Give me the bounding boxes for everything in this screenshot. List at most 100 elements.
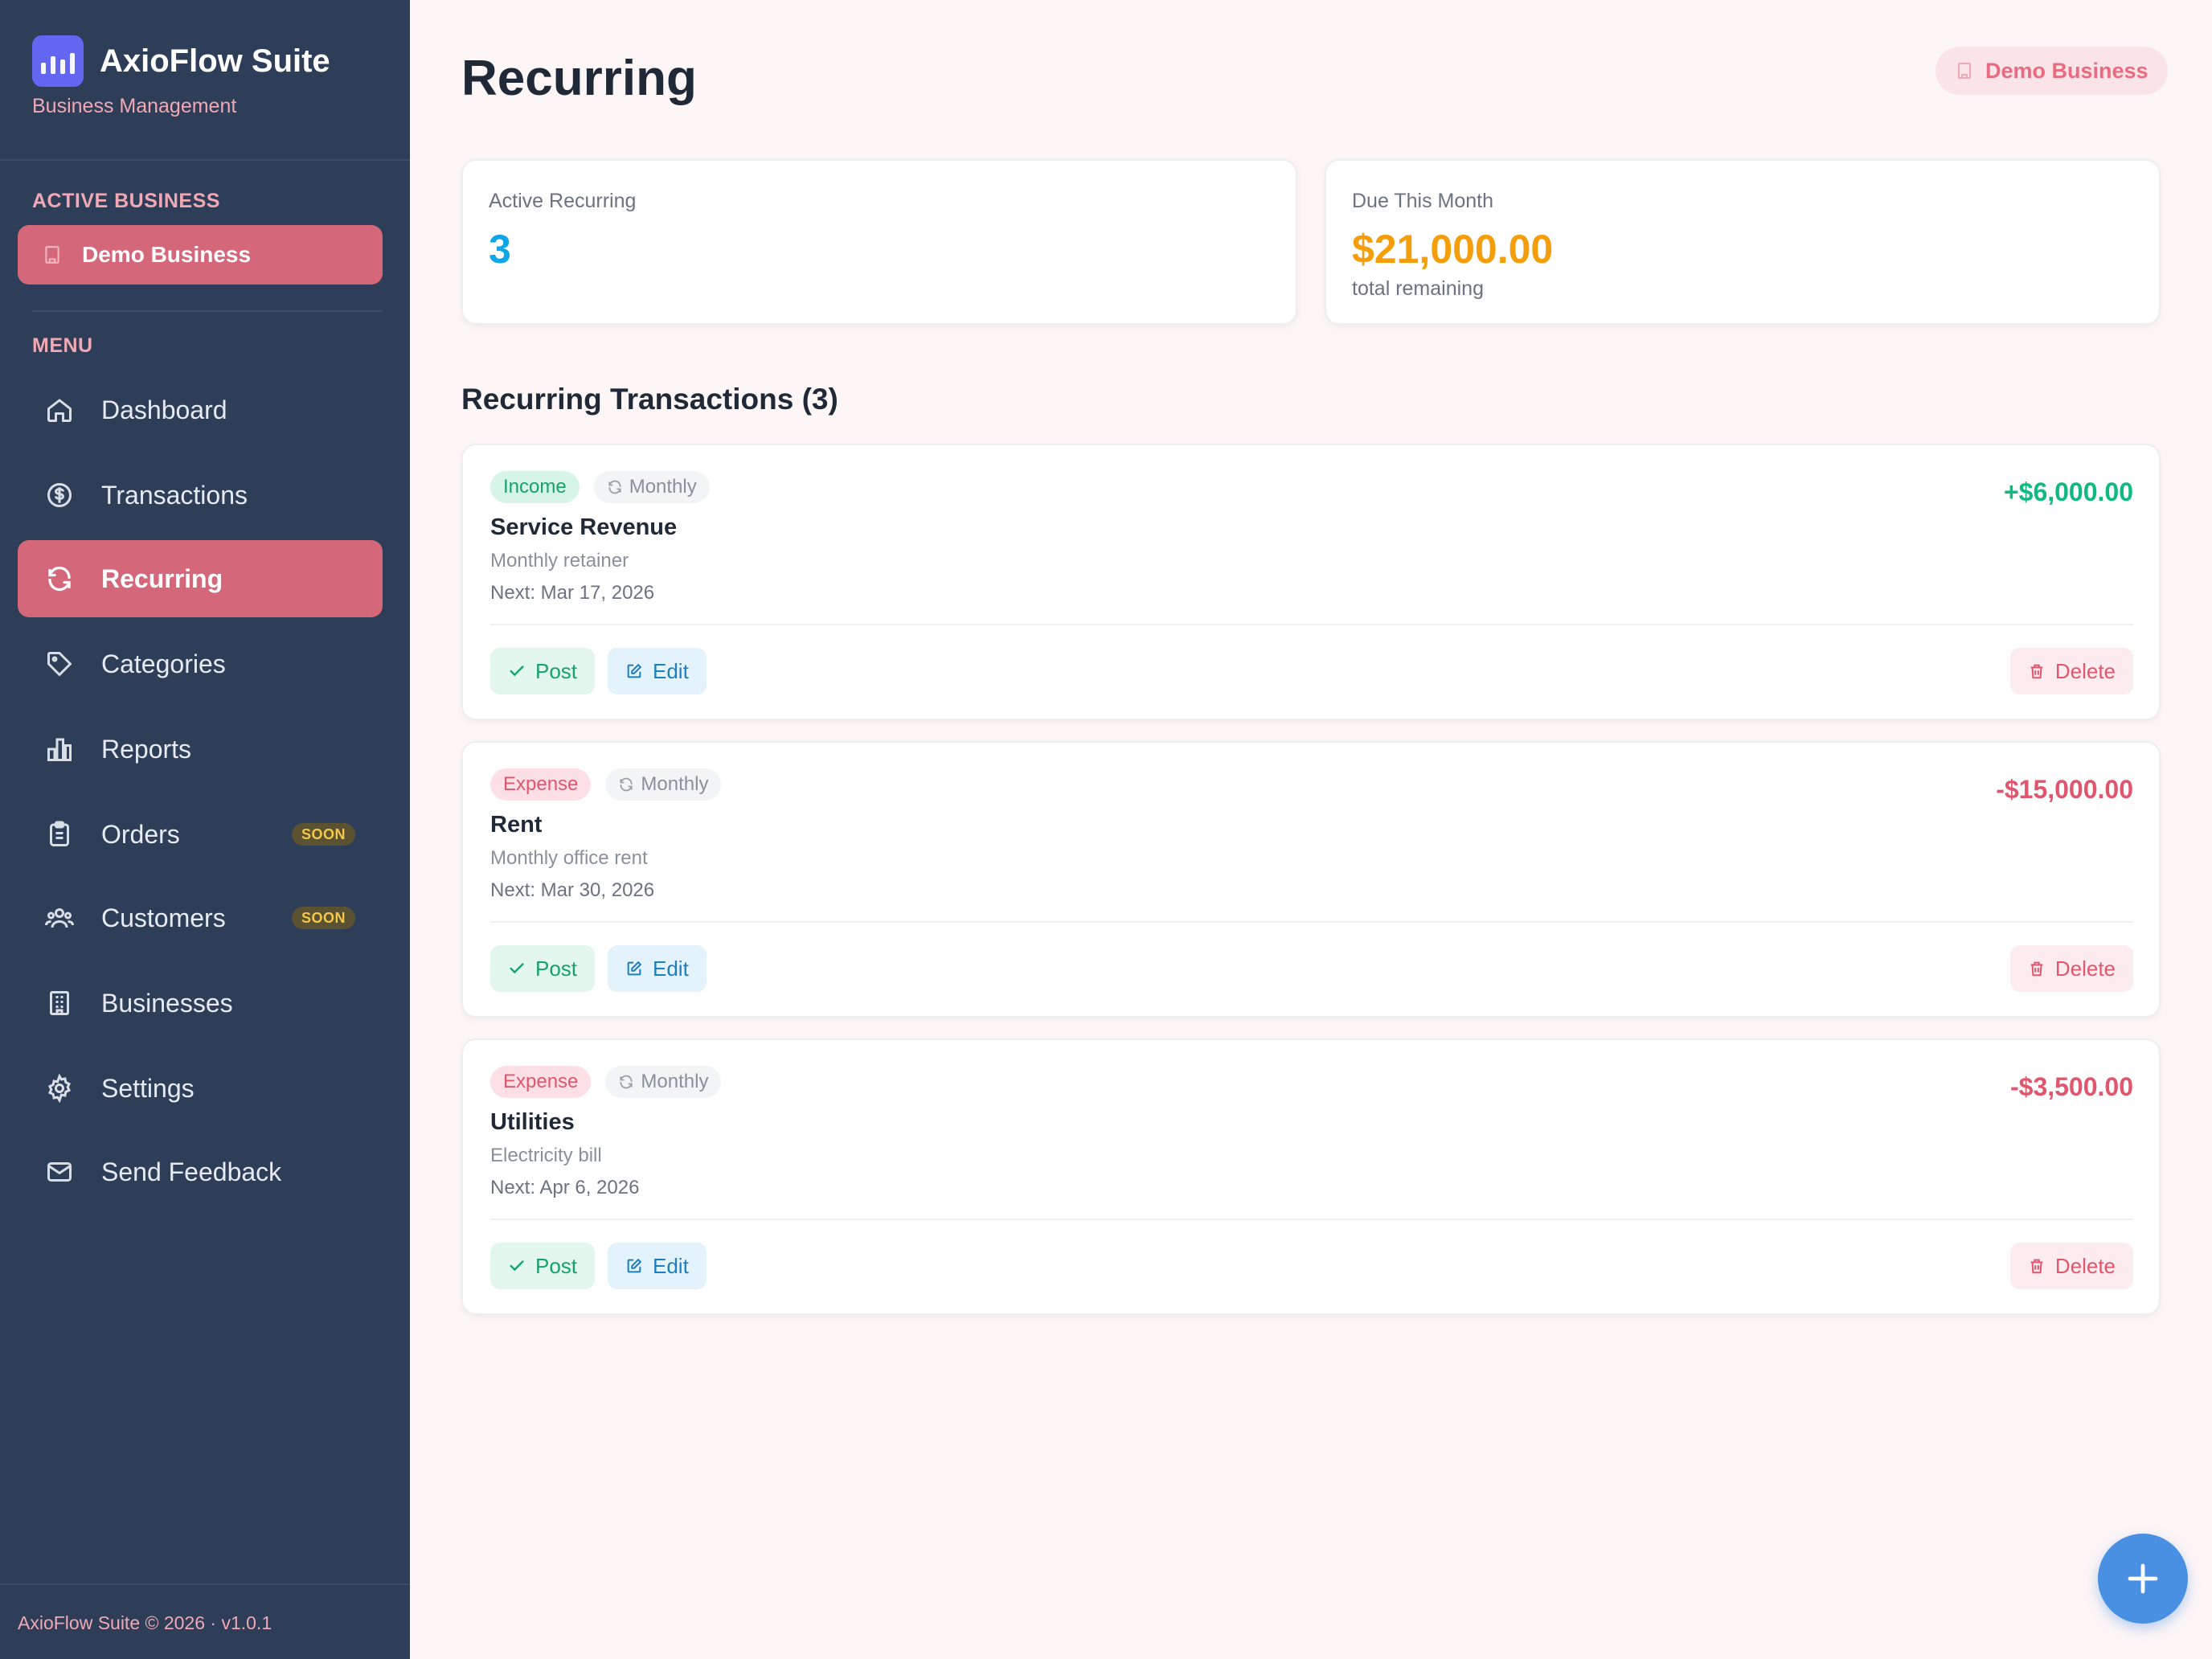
divider xyxy=(490,1219,2133,1220)
brand-name: AxioFlow Suite xyxy=(100,43,330,79)
check-icon xyxy=(508,662,526,680)
sidebar-item-recurring[interactable]: Recurring xyxy=(18,540,383,617)
sidebar-item-businesses[interactable]: Businesses xyxy=(18,965,383,1042)
stat-card-active-recurring: Active Recurring 3 xyxy=(461,159,1297,325)
recurring-description: Electricity bill xyxy=(490,1145,602,1166)
clipboard-icon xyxy=(45,820,74,849)
sidebar-item-label: Businesses xyxy=(101,988,233,1018)
divider xyxy=(32,310,383,312)
divider xyxy=(0,1583,410,1585)
type-badge: Expense xyxy=(490,768,592,801)
frequency-label: Monthly xyxy=(641,1071,709,1092)
stat-value: 3 xyxy=(489,227,511,272)
building-icon xyxy=(1955,60,1974,81)
delete-button[interactable]: Delete xyxy=(2009,1243,2133,1289)
recurring-name: Rent xyxy=(490,812,543,838)
frequency-badge: Monthly xyxy=(593,471,710,503)
sidebar-item-dashboard[interactable]: Dashboard xyxy=(18,371,383,449)
gear-icon xyxy=(45,1074,74,1103)
edit-button-label: Edit xyxy=(653,956,689,981)
sidebar-item-transactions[interactable]: Transactions xyxy=(18,457,383,534)
brand[interactable]: AxioFlow Suite xyxy=(32,35,330,87)
recurring-amount: -$15,000.00 xyxy=(1996,775,2133,804)
edit-button[interactable]: Edit xyxy=(608,1243,707,1289)
recurring-card: Expense Monthly Utilities Electricity bi… xyxy=(461,1038,2161,1315)
post-button-label: Post xyxy=(535,956,578,981)
trash-icon xyxy=(2028,1257,2046,1275)
building-icon xyxy=(45,989,74,1018)
dollar-circle-icon xyxy=(45,481,74,510)
edit-button[interactable]: Edit xyxy=(608,648,707,694)
edit-icon xyxy=(625,960,643,977)
recurring-next-date: Next: Mar 17, 2026 xyxy=(490,582,655,604)
refresh-icon xyxy=(607,479,623,495)
sidebar: AxioFlow Suite Business Management ACTIV… xyxy=(0,0,410,1659)
active-business-name: Demo Business xyxy=(82,242,252,267)
divider xyxy=(0,159,410,161)
section-title: Recurring Transactions (3) xyxy=(461,383,838,416)
sidebar-item-send-feedback[interactable]: Send Feedback xyxy=(18,1133,383,1210)
post-button-label: Post xyxy=(535,1253,578,1278)
sidebar-item-label: Reports xyxy=(101,734,192,764)
mail-icon xyxy=(45,1157,74,1186)
sidebar-item-label: Send Feedback xyxy=(101,1157,282,1186)
sidebar-item-customers[interactable]: Customers SOON xyxy=(18,879,383,956)
active-business-label: ACTIVE BUSINESS xyxy=(32,190,220,212)
recurring-name: Service Revenue xyxy=(490,514,678,540)
stat-label: Due This Month xyxy=(1352,190,1494,212)
bar-chart-icon xyxy=(45,735,74,764)
frequency-label: Monthly xyxy=(641,773,709,795)
brand-subtitle: Business Management xyxy=(32,95,237,117)
soon-badge: SOON xyxy=(291,823,355,846)
frequency-badge: Monthly xyxy=(605,768,722,801)
post-button[interactable]: Post xyxy=(490,648,596,694)
frequency-label: Monthly xyxy=(629,476,697,498)
divider xyxy=(490,624,2133,625)
business-pill[interactable]: Demo Business xyxy=(1936,47,2168,95)
sidebar-item-categories[interactable]: Categories xyxy=(18,625,383,703)
refresh-icon xyxy=(618,776,634,793)
delete-button-label: Delete xyxy=(2054,1253,2116,1278)
post-button[interactable]: Post xyxy=(490,1243,596,1289)
recurring-amount: +$6,000.00 xyxy=(2003,477,2133,506)
soon-badge: SOON xyxy=(291,907,355,929)
recurring-description: Monthly office rent xyxy=(490,847,648,869)
users-icon xyxy=(45,903,74,932)
sidebar-item-label: Categories xyxy=(101,649,226,678)
sidebar-item-orders[interactable]: Orders SOON xyxy=(18,796,383,873)
delete-button[interactable]: Delete xyxy=(2009,945,2133,992)
menu-label: MENU xyxy=(32,334,93,357)
plus-icon xyxy=(2124,1559,2162,1598)
active-business-selector[interactable]: Demo Business xyxy=(18,225,383,285)
sidebar-item-label: Recurring xyxy=(101,563,223,593)
edit-button[interactable]: Edit xyxy=(608,945,707,992)
delete-button[interactable]: Delete xyxy=(2009,648,2133,694)
sidebar-item-label: Settings xyxy=(101,1073,195,1103)
post-button-label: Post xyxy=(535,658,578,683)
trash-icon xyxy=(2028,960,2046,977)
sidebar-item-settings[interactable]: Settings xyxy=(18,1050,383,1127)
delete-button-label: Delete xyxy=(2054,956,2116,981)
stat-sub: total remaining xyxy=(1352,277,1484,300)
recurring-amount: -$3,500.00 xyxy=(2009,1072,2133,1101)
bar-chart-logo-icon xyxy=(32,35,84,87)
check-icon xyxy=(508,960,526,977)
sidebar-item-label: Orders xyxy=(101,819,180,849)
edit-button-label: Edit xyxy=(653,1253,689,1278)
recurring-card: Expense Monthly Rent Monthly office rent… xyxy=(461,741,2161,1018)
home-icon xyxy=(45,395,74,424)
add-recurring-button[interactable] xyxy=(2098,1534,2188,1624)
page-title: Recurring xyxy=(461,51,697,106)
edit-icon xyxy=(625,662,643,680)
post-button[interactable]: Post xyxy=(490,945,596,992)
stat-label: Active Recurring xyxy=(489,190,637,212)
sidebar-item-label: Dashboard xyxy=(101,395,227,424)
recurring-card: Income Monthly Service Revenue Monthly r… xyxy=(461,444,2161,720)
edit-button-label: Edit xyxy=(653,658,689,683)
sidebar-item-label: Customers xyxy=(101,903,226,932)
building-icon xyxy=(42,244,63,266)
sidebar-item-reports[interactable]: Reports xyxy=(18,711,383,788)
recurring-next-date: Next: Apr 6, 2026 xyxy=(490,1177,640,1198)
edit-icon xyxy=(625,1257,643,1275)
recurring-next-date: Next: Mar 30, 2026 xyxy=(490,879,655,901)
